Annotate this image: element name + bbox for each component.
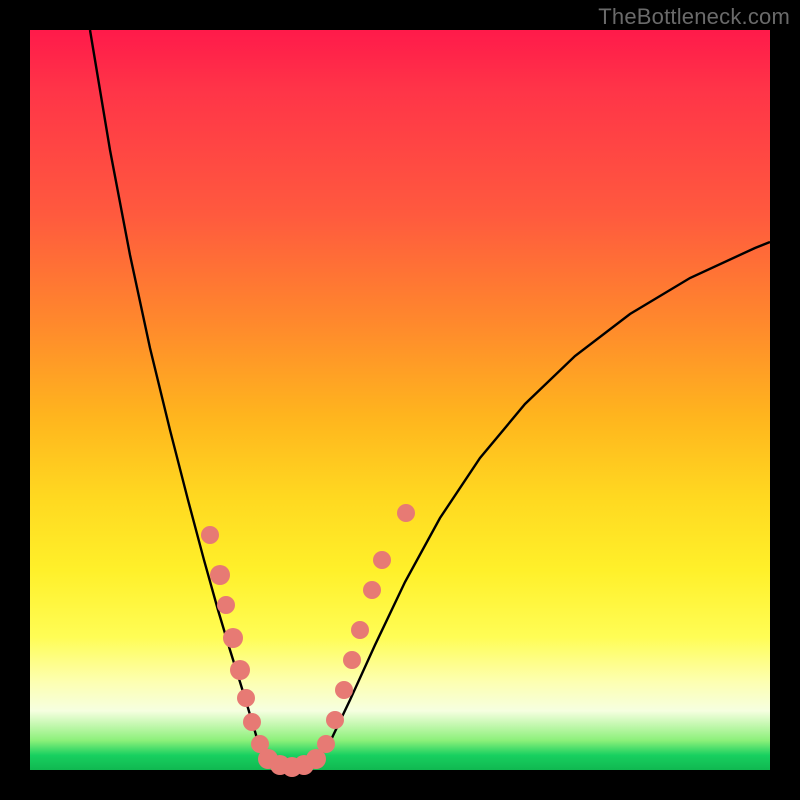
plot-area: [30, 30, 770, 770]
data-dot: [223, 628, 243, 648]
data-dot: [243, 713, 261, 731]
data-dot: [343, 651, 361, 669]
chart-frame: TheBottleneck.com: [0, 0, 800, 800]
curve-svg: [30, 30, 770, 770]
data-dot: [363, 581, 381, 599]
data-dot: [210, 565, 230, 585]
data-dot: [201, 526, 219, 544]
data-dot: [351, 621, 369, 639]
data-dot: [326, 711, 344, 729]
watermark-text: TheBottleneck.com: [598, 4, 790, 30]
data-dot: [397, 504, 415, 522]
data-dots: [201, 504, 415, 777]
data-dot: [335, 681, 353, 699]
data-dot: [217, 596, 235, 614]
data-dot: [317, 735, 335, 753]
data-dot: [237, 689, 255, 707]
data-dot: [230, 660, 250, 680]
bottleneck-curve: [90, 30, 770, 768]
data-dot: [373, 551, 391, 569]
